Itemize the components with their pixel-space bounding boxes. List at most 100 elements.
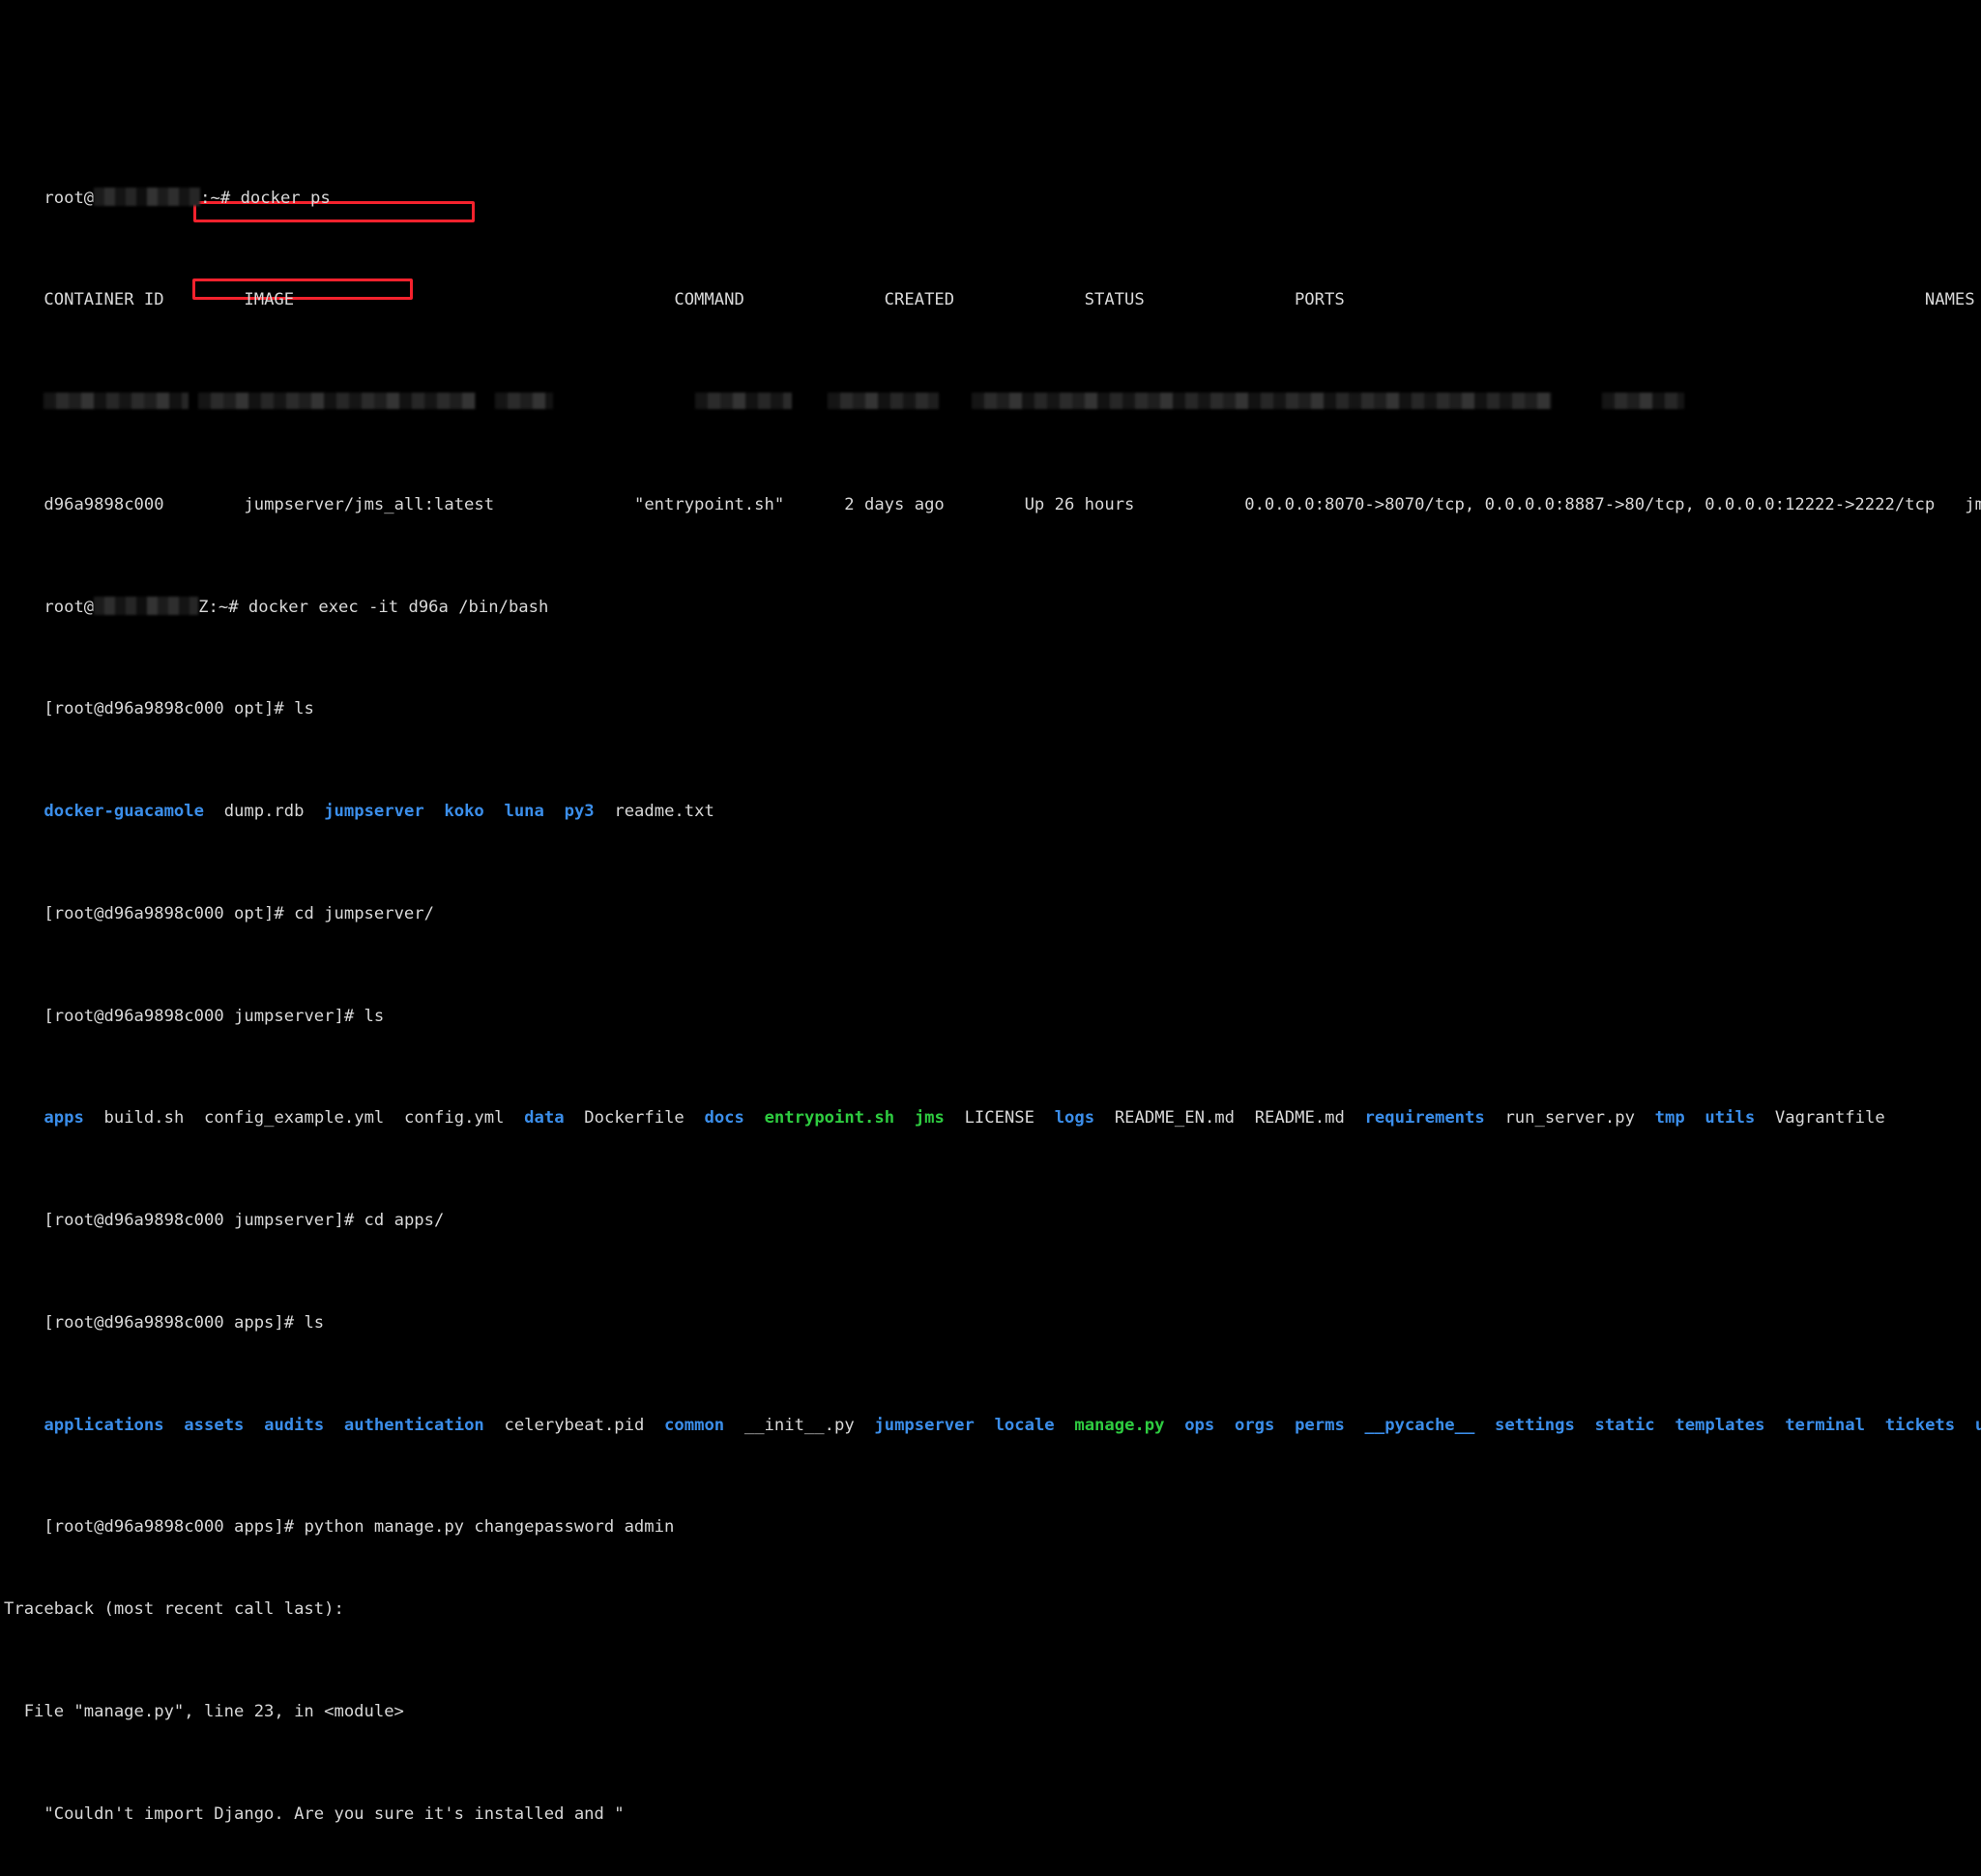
ls-output-opt: docker-guacamole dump.rdb jumpserver kok… <box>4 781 1981 821</box>
ls-entry-pycache: __pycache__ <box>1364 1415 1475 1435</box>
ls-entry-manage-py: manage.py <box>1074 1415 1165 1435</box>
ls-entry-orgs: orgs <box>1234 1415 1275 1435</box>
terminal-line-host-docker-ps: root@ :~# docker ps <box>4 167 1981 208</box>
ls-entry-dockerfile: Dockerfile <box>584 1108 685 1129</box>
output-manage-line23: File "manage.py", line 23, in <module> <box>4 1701 404 1721</box>
command-docker-exec: docker exec -it d96a /bin/bash <box>248 598 549 618</box>
ls-entry-ops: ops <box>1184 1415 1215 1435</box>
cell-status: Up 26 hours <box>1024 494 1135 514</box>
ls-entry-celerybeat-pid: celerybeat.pid <box>504 1415 645 1435</box>
ls-entry-perms: perms <box>1295 1415 1345 1435</box>
ls-entry-koko: koko <box>444 802 484 821</box>
terminal-window[interactable]: root@ :~# docker ps CONTAINER ID IMAGE CO… <box>0 0 1981 1824</box>
terminal-line-cd-apps: [root@d96a9898c000 jumpserver]# cd apps/ <box>4 1190 1981 1230</box>
ls-entry-templates: templates <box>1675 1415 1765 1435</box>
prompt-jumpserver-2: [root@d96a9898c000 jumpserver]# <box>44 1211 364 1231</box>
prompt-host-suffix-2: Z:~# <box>198 598 248 618</box>
ls-entry-config-yml: config.yml <box>403 1108 505 1129</box>
ls-entry-terminal: terminal <box>1785 1415 1865 1435</box>
cell-created: 2 days ago <box>844 494 945 514</box>
ls-entry-static: static <box>1594 1415 1655 1435</box>
ls-entry-users: users <box>1974 1415 1981 1435</box>
cell-container-id: d96a9898c000 <box>44 494 164 514</box>
redacted-hostname-2 <box>94 597 199 616</box>
prompt-opt-1: [root@d96a9898c000 opt]# <box>44 699 295 719</box>
ls-entry-locale: locale <box>994 1415 1055 1435</box>
prompt-opt-2: [root@d96a9898c000 opt]# <box>44 903 295 923</box>
ls-entry-utils: utils <box>1704 1108 1756 1129</box>
ls-entry-vagrantfile: Vagrantfile <box>1774 1108 1885 1129</box>
header-status: STATUS <box>1084 290 1145 310</box>
ls-entry-audits: audits <box>264 1415 325 1435</box>
header-names: NAMES <box>1924 290 1975 310</box>
cell-ports: 0.0.0.0:8070->8070/tcp, 0.0.0.0:8887->80… <box>1244 494 1936 514</box>
command-ls-2: ls <box>364 1006 385 1026</box>
terminal-line-opt-ls: [root@d96a9898c000 opt]# ls <box>4 679 1981 718</box>
redacted-block-2 <box>198 392 477 409</box>
terminal-line-apps-ls-1: [root@d96a9898c000 apps]# ls <box>4 1293 1981 1333</box>
redacted-block-4 <box>695 392 793 409</box>
command-ls-3: ls <box>304 1312 325 1333</box>
cell-command: "entrypoint.sh" <box>633 494 785 514</box>
prompt-apps-1: [root@d96a9898c000 apps]# <box>44 1312 305 1333</box>
ls-entry-readme-en-md: README_EN.md <box>1114 1108 1235 1129</box>
prompt-jumpserver-1: [root@d96a9898c000 jumpserver]# <box>44 1006 364 1026</box>
output-couldnt-import-quote: "Couldn't import Django. Are you sure it… <box>4 1803 625 1824</box>
ls-entry-readme-txt: readme.txt <box>614 802 714 821</box>
ls-entry-jumpserver: jumpserver <box>324 802 424 821</box>
ls-entry-dump-rdb: dump.rdb <box>223 802 305 821</box>
ls-entry-requirements: requirements <box>1364 1108 1485 1129</box>
ls-output-apps-1: applications assets audits authenticatio… <box>4 1394 1981 1435</box>
docker-ps-header-row: CONTAINER ID IMAGE COMMAND CREATED STATU… <box>4 270 1981 309</box>
command-cd-jumpserver: cd jumpserver/ <box>294 903 434 923</box>
prompt-host-prefix: root@ <box>44 189 95 209</box>
redacted-block-7 <box>1602 392 1685 409</box>
ls-entry-data: data <box>524 1108 565 1129</box>
redacted-block-5 <box>828 392 940 409</box>
ls-entry-jms: jms <box>914 1108 945 1129</box>
cell-names: jms_all <box>1965 494 1981 514</box>
output-traceback-header-1: Traceback (most recent call last): <box>4 1598 344 1619</box>
ls-entry-tmp: tmp <box>1654 1108 1685 1129</box>
ls-entry-jumpserver-app: jumpserver <box>874 1415 975 1435</box>
ls-entry-applications: applications <box>44 1415 164 1435</box>
redacted-block-3 <box>495 392 554 409</box>
ls-entry-config-example-yml: config_example.yml <box>204 1108 385 1129</box>
ls-entry-py3: py3 <box>564 802 595 821</box>
command-docker-ps: docker ps <box>240 189 331 209</box>
ls-entry-docker-guacamole: docker-guacamole <box>44 802 204 821</box>
redacted-block-1 <box>44 392 189 409</box>
ls-entry-logs: logs <box>1054 1108 1095 1129</box>
header-image: IMAGE <box>244 290 295 310</box>
ls-entry-run-server-py: run_server.py <box>1504 1108 1635 1129</box>
command-cd-apps: cd apps/ <box>364 1211 445 1231</box>
ls-entry-docs: docs <box>704 1108 744 1129</box>
terminal-line-jumpserver-ls: [root@d96a9898c000 jumpserver]# ls <box>4 985 1981 1026</box>
ls-output-jumpserver: apps build.sh config_example.yml config.… <box>4 1088 1981 1128</box>
header-command: COMMAND <box>674 290 744 310</box>
ls-entry-assets: assets <box>184 1415 245 1435</box>
header-container-id: CONTAINER ID <box>44 290 164 310</box>
ls-entry-apps: apps <box>44 1108 84 1129</box>
prompt-host-suffix: :~# <box>200 189 241 209</box>
ls-entry-readme-md: README.md <box>1254 1108 1345 1129</box>
ls-entry-tickets: tickets <box>1884 1415 1956 1435</box>
header-ports: PORTS <box>1294 290 1345 310</box>
command-changepassword-1: python manage.py changepassword admin <box>304 1517 675 1538</box>
command-ls-1: ls <box>294 699 314 719</box>
docker-ps-redacted-row <box>4 372 1981 409</box>
ls-entry-settings: settings <box>1495 1415 1575 1435</box>
ls-entry-license: LICENSE <box>964 1108 1034 1129</box>
docker-ps-data-row: d96a9898c000 jumpserver/jms_all:latest "… <box>4 475 1981 514</box>
terminal-line-cd-jumpserver: [root@d96a9898c000 opt]# cd jumpserver/ <box>4 884 1981 923</box>
header-created: CREATED <box>884 290 955 310</box>
cell-image: jumpserver/jms_all:latest <box>244 494 495 514</box>
terminal-line-docker-exec: root@ Z:~# docker exec -it d96a /bin/bash <box>4 576 1981 617</box>
redacted-block-6 <box>972 392 1553 409</box>
terminal-line-changepassword-1: [root@d96a9898c000 apps]# python manage.… <box>4 1497 1981 1537</box>
ls-entry-common: common <box>664 1415 725 1435</box>
ls-entry-init-py: __init__.py <box>743 1415 855 1435</box>
ls-entry-luna: luna <box>504 802 544 821</box>
redacted-hostname <box>94 188 201 207</box>
ls-entry-authentication: authentication <box>343 1415 484 1435</box>
